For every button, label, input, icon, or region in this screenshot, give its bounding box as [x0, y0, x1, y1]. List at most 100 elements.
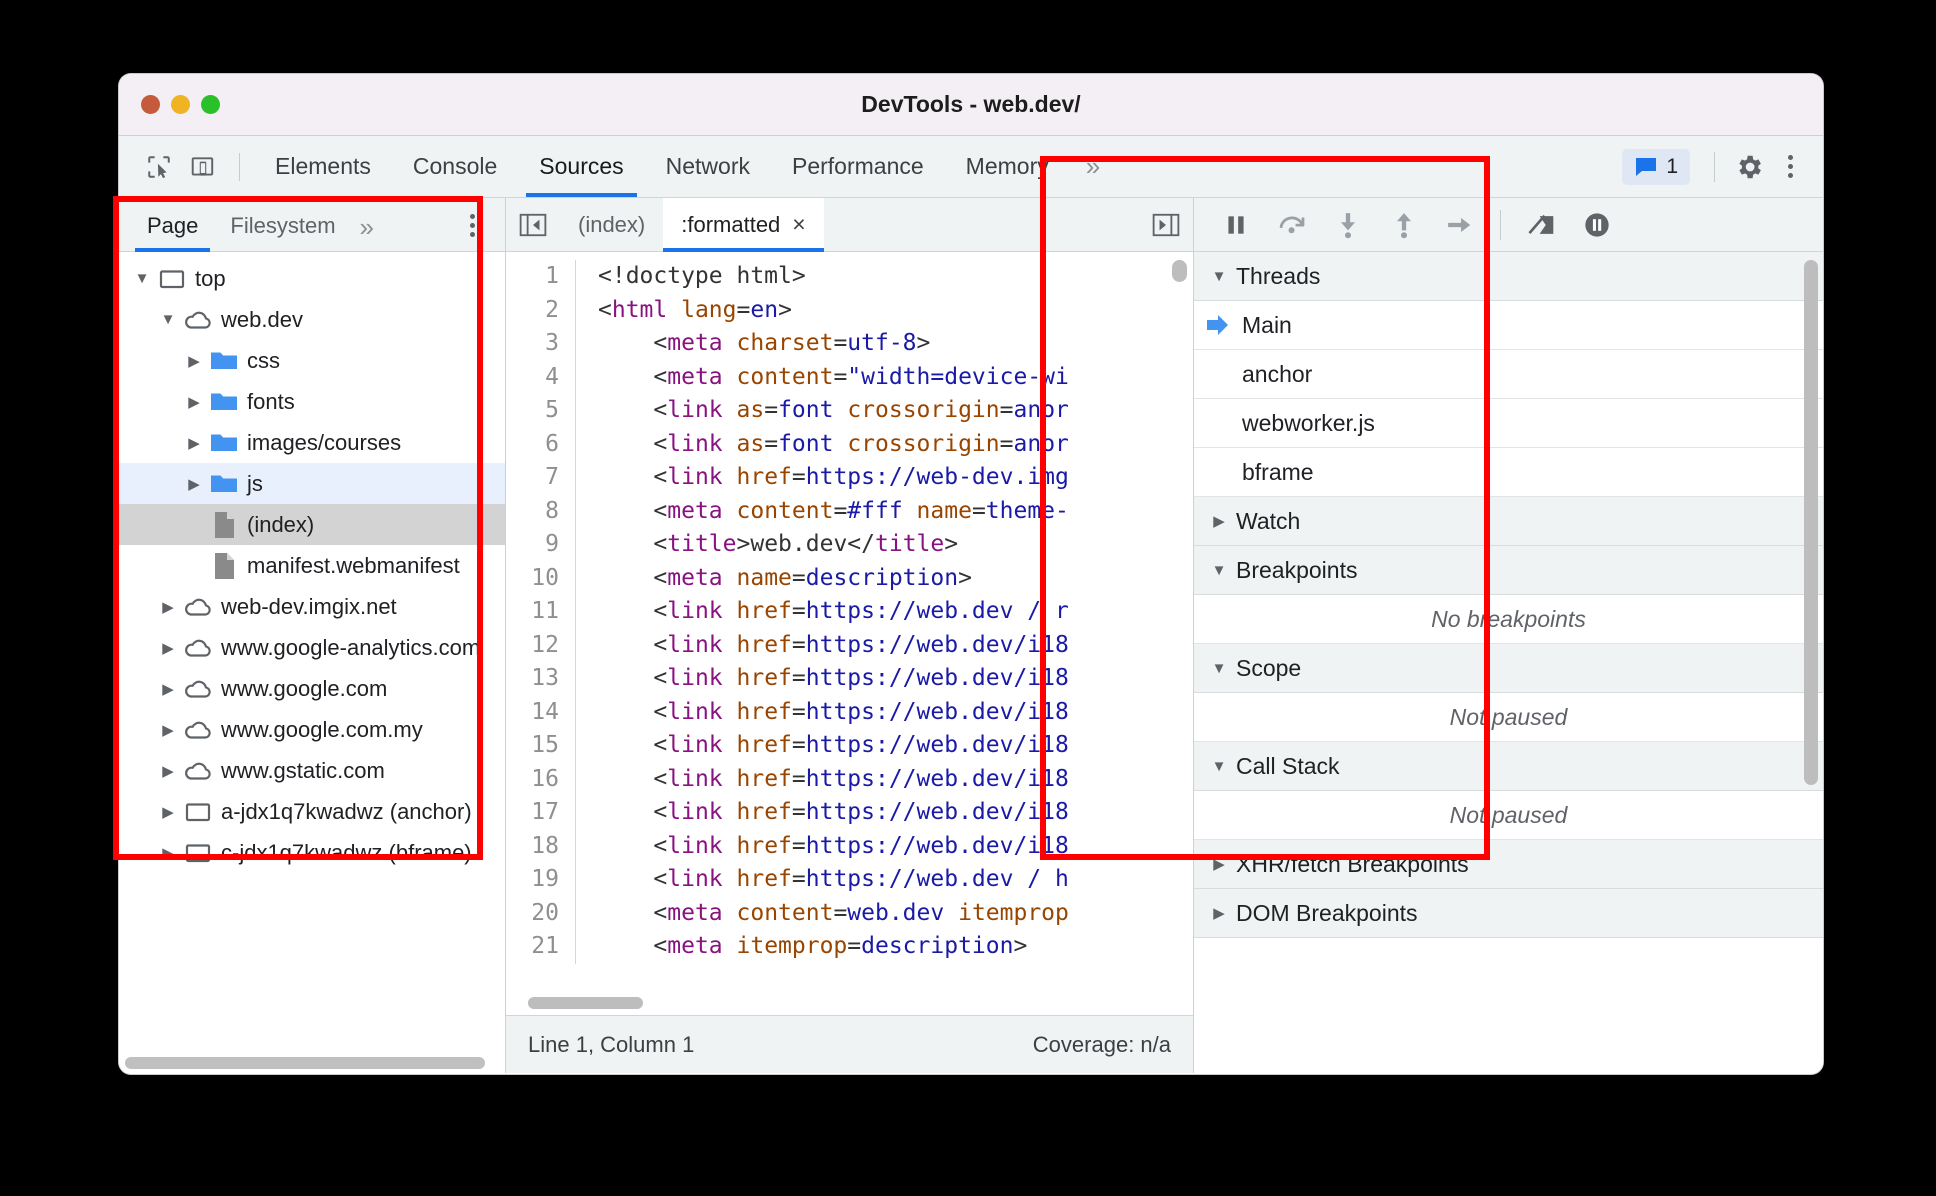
chevron-down-icon[interactable]	[1202, 758, 1236, 775]
code-line: 7 <link href=https://web-dev.img	[506, 461, 1193, 495]
tree-item-label: www.gstatic.com	[221, 757, 385, 783]
gear-icon[interactable]	[1727, 145, 1771, 189]
navigator-more-icon[interactable]: »	[352, 212, 378, 251]
chevron-right-icon[interactable]	[155, 844, 181, 862]
chevron-right-icon[interactable]	[155, 762, 181, 780]
chevron-right-icon[interactable]	[155, 639, 181, 657]
tree-item[interactable]: css	[119, 340, 505, 381]
editor-vertical-scrollbar[interactable]	[1172, 260, 1187, 282]
tree-item[interactable]: web-dev.imgix.net	[119, 586, 505, 627]
thread-row[interactable]: bframe	[1194, 448, 1823, 497]
chevron-down-icon[interactable]	[155, 311, 181, 328]
chevron-down-icon[interactable]	[1202, 562, 1236, 579]
kebab-menu-icon[interactable]	[1771, 155, 1809, 178]
editor-tab-formatted[interactable]: :formatted ×	[663, 197, 825, 252]
step-out-icon[interactable]	[1378, 199, 1430, 251]
editor-tab-index[interactable]: (index)	[560, 198, 663, 252]
tree-item[interactable]: www.google.com.my	[119, 709, 505, 750]
chevron-right-icon[interactable]	[1202, 512, 1236, 530]
debugger-section-header[interactable]: Call Stack	[1194, 742, 1823, 791]
tree-item[interactable]: a-jdx1q7kwadwz (anchor)	[119, 791, 505, 832]
tree-item[interactable]: www.gstatic.com	[119, 750, 505, 791]
navigator-menu-icon[interactable]	[453, 214, 491, 237]
chevron-right-icon[interactable]	[155, 680, 181, 698]
tab-memory[interactable]: Memory	[945, 136, 1070, 197]
close-window-button[interactable]	[141, 95, 160, 114]
thread-row[interactable]: Main	[1194, 301, 1823, 350]
tab-sources[interactable]: Sources	[518, 136, 644, 197]
thread-row[interactable]: anchor	[1194, 350, 1823, 399]
chevron-right-icon[interactable]	[181, 475, 207, 493]
tree-item[interactable]: www.google.com	[119, 668, 505, 709]
device-toolbar-icon[interactable]	[181, 145, 225, 189]
tab-network[interactable]: Network	[645, 136, 771, 197]
debugger-section-header[interactable]: Scope	[1194, 644, 1823, 693]
code-line: 18 <link href=https://web.dev/i18	[506, 829, 1193, 863]
chevron-down-icon[interactable]	[129, 270, 155, 287]
tree-item[interactable]: www.google-analytics.com	[119, 627, 505, 668]
minimize-window-button[interactable]	[171, 95, 190, 114]
step-over-icon[interactable]	[1266, 199, 1318, 251]
code-line: 9 <title>web.dev</title>	[506, 528, 1193, 562]
chevron-right-icon[interactable]	[1202, 904, 1236, 922]
chevron-right-icon[interactable]	[181, 352, 207, 370]
chevron-right-icon[interactable]	[181, 393, 207, 411]
messages-badge[interactable]: 1	[1622, 148, 1690, 185]
cloud-icon	[181, 760, 215, 782]
deactivate-breakpoints-icon[interactable]	[1515, 199, 1567, 251]
maximize-window-button[interactable]	[201, 95, 220, 114]
chevron-right-icon[interactable]	[1202, 855, 1236, 873]
code-line-text: <link href=https://web.dev/i18	[653, 698, 1069, 725]
code-line-text: <link as=font crossorigin=anor	[653, 397, 1069, 423]
code-line-text: <link href=https://web.dev/i18	[653, 832, 1069, 859]
tree-item[interactable]: top	[119, 258, 505, 299]
navigator-horizontal-scrollbar[interactable]	[125, 1057, 485, 1069]
tree-item[interactable]: js	[119, 463, 505, 504]
chevron-right-icon[interactable]	[181, 434, 207, 452]
tree-item[interactable]: images/courses	[119, 422, 505, 463]
line-number: 20	[506, 896, 576, 930]
step-icon[interactable]	[1434, 199, 1486, 251]
pause-on-exceptions-icon[interactable]	[1571, 199, 1623, 251]
debugger-section-header[interactable]: Threads	[1194, 252, 1823, 301]
code-line: 5 <link as=font crossorigin=anor	[506, 394, 1193, 428]
chevron-down-icon[interactable]	[1202, 268, 1236, 285]
chevron-right-icon[interactable]	[155, 721, 181, 739]
thread-label: anchor	[1242, 360, 1313, 387]
collapse-sidebar-icon[interactable]	[506, 212, 560, 238]
code-line-text: <html lang=en>	[598, 296, 792, 323]
debugger-section-header[interactable]: Watch	[1194, 497, 1823, 546]
tab-elements[interactable]: Elements	[254, 136, 392, 197]
tree-item[interactable]: fonts	[119, 381, 505, 422]
navigator-tab-filesystem[interactable]: Filesystem	[214, 213, 351, 251]
pause-script-icon[interactable]	[1210, 199, 1262, 251]
inspect-element-icon[interactable]	[137, 145, 181, 189]
tree-item[interactable]: manifest.webmanifest	[119, 545, 505, 586]
tree-item[interactable]: web.dev	[119, 299, 505, 340]
chevron-down-icon[interactable]	[1202, 660, 1236, 677]
more-tabs-icon[interactable]: »	[1070, 151, 1112, 182]
step-into-icon[interactable]	[1322, 199, 1374, 251]
debugger-section-header[interactable]: Breakpoints	[1194, 546, 1823, 595]
tab-performance[interactable]: Performance	[771, 136, 945, 197]
debugger-section-header[interactable]: DOM Breakpoints	[1194, 889, 1823, 938]
debugger-sections: Threads Main anchor webworker.js bframe Watch…	[1194, 252, 1823, 1073]
code-line: 4 <meta content="width=device-wi	[506, 360, 1193, 394]
navigator-pane: Page Filesystem » top web.dev css fonts imag…	[119, 198, 506, 1073]
expand-sidebar-icon[interactable]	[1139, 212, 1193, 238]
chevron-right-icon[interactable]	[155, 803, 181, 821]
thread-row[interactable]: webworker.js	[1194, 399, 1823, 448]
editor-horizontal-scrollbar[interactable]	[528, 997, 643, 1009]
debugger-section-header[interactable]: XHR/fetch Breakpoints	[1194, 840, 1823, 889]
tree-item[interactable]: (index)	[119, 504, 505, 545]
code-viewer[interactable]: 1 <!doctype html> 2 <html lang=en> 3 <meta c…	[506, 252, 1193, 1015]
navigator-tab-page[interactable]: Page	[131, 213, 214, 252]
debugger-empty-message: Not paused	[1194, 693, 1823, 742]
close-tab-icon[interactable]: ×	[792, 211, 805, 238]
code-line: 13 <link href=https://web.dev/i18	[506, 662, 1193, 696]
tree-item[interactable]: c-jdx1q7kwadwz (bframe)	[119, 832, 505, 873]
debugger-section-title: Watch	[1236, 507, 1301, 534]
tab-console[interactable]: Console	[392, 136, 518, 197]
debugger-vertical-scrollbar[interactable]	[1804, 260, 1818, 785]
chevron-right-icon[interactable]	[155, 598, 181, 616]
